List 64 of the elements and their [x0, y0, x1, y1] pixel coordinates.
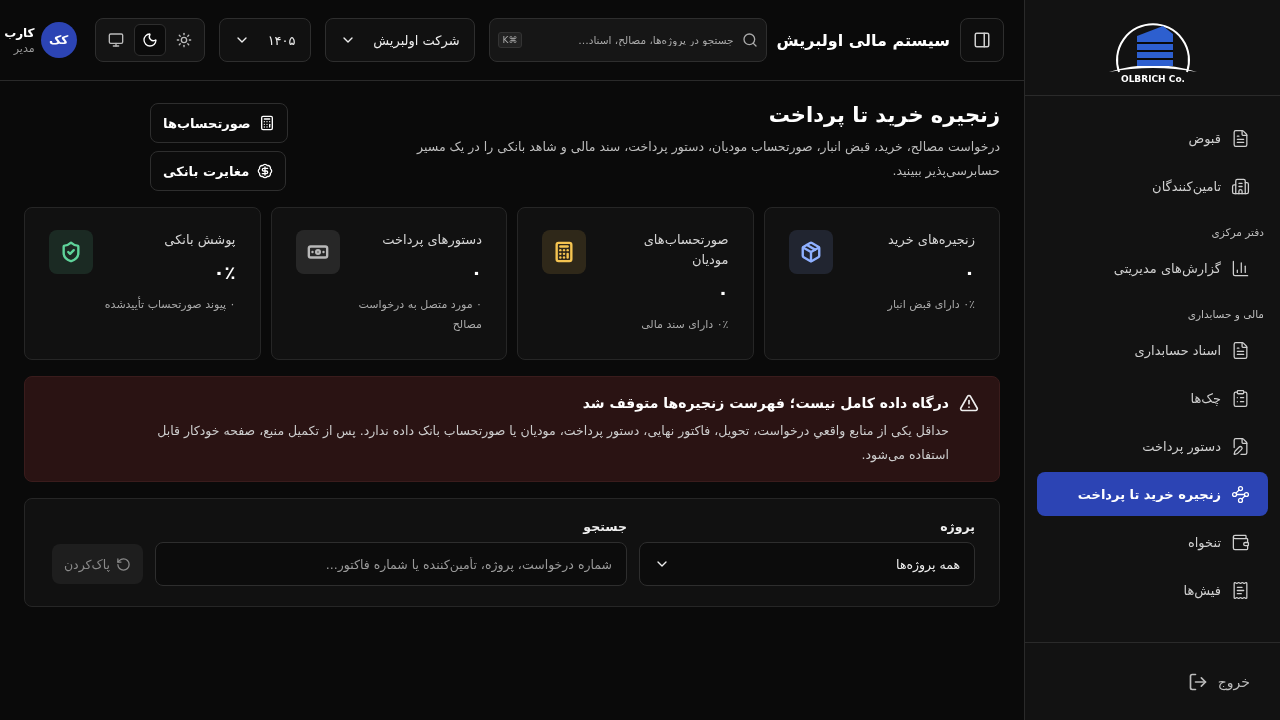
stat-title: پوشش بانکی — [163, 231, 236, 250]
nav-icon — [1231, 340, 1250, 360]
shortcut-hint: K⌘ — [497, 32, 523, 48]
nav-icon — [1231, 484, 1250, 504]
nav-icon — [1231, 258, 1250, 278]
user-avatar[interactable]: کک — [40, 22, 77, 58]
monitor-icon — [107, 32, 124, 48]
sidebar-item[interactable]: زنجیره خرید تا پرداخت — [1037, 472, 1268, 516]
nav-icon — [1231, 128, 1250, 148]
calculator-icon — [258, 115, 275, 131]
project-select[interactable]: همه پروژه‌ها — [639, 542, 975, 586]
stat-note: ۰ پیوند صورتحساب تأییدشده — [104, 295, 236, 313]
clear-button[interactable]: پاک‌کردن — [51, 544, 143, 584]
company-logo: OLBRICH Co. — [1106, 11, 1199, 84]
stat-note: ۰ مورد متصل به درخواست مصالح — [357, 297, 482, 333]
field-label: جستجو — [581, 519, 627, 534]
nav-section-heading: مالی و حسابداری — [1186, 307, 1265, 323]
logout-icon — [1187, 671, 1208, 692]
app-title: سیستم مالی اولبریش — [776, 30, 950, 50]
nav-icon — [1231, 436, 1250, 456]
search-field[interactable]: جستجو در پروژه‌ها، مصالح، اسناد… — [528, 33, 736, 47]
sidebar-toggle-button[interactable] — [960, 18, 1004, 62]
user-name: کارب — [4, 25, 35, 40]
theme-option[interactable] — [133, 24, 166, 56]
sidebar-item[interactable]: چک‌ها — [1037, 376, 1268, 420]
stat-value: ۰ — [963, 262, 975, 283]
reset-icon — [116, 556, 131, 572]
stat-title: صورتحساب‌های مودیان — [642, 231, 729, 270]
page-description: درخواست مصالح، خرید، قبض انبار، صورتحساب مودیان، دستور پرداخت، سند مالی و شاهد بانکی را در یک مسیر حسابرسی‌پذیر ببینید. — [415, 138, 1000, 181]
stat-note: ۰٪ دارای قبض انبار — [887, 297, 975, 313]
alert-message: حداقل یکی از منابع واقعیِ درخواست، تحویل، فاکتور نهایی، دستور پرداخت، مودیان یا صورتحساب بانک داده ندارد. پس از تکمیل منبع، صفحه خودکار قابل استفاده می‌شود. — [156, 422, 949, 465]
stat-value: ۰ — [470, 262, 482, 283]
warning-icon — [959, 393, 979, 413]
panel-icon — [973, 31, 991, 49]
sidebar-item[interactable]: اسناد حسابداری — [1037, 328, 1268, 372]
nav-icon — [1231, 580, 1250, 600]
company-select[interactable]: شرکت اولبریش — [324, 18, 475, 62]
sidebar-item[interactable]: تامین‌کنندگان — [1037, 164, 1268, 208]
user-role: مدیر — [12, 41, 35, 55]
sun-icon — [175, 32, 192, 48]
stat-note: ۰٪ دارای سند مالی — [640, 317, 729, 333]
logout-link[interactable]: خروج — [1187, 671, 1250, 692]
stat-title: دستورهای پرداخت — [381, 231, 482, 250]
moon-icon — [141, 32, 158, 48]
field-label: پروژه — [939, 519, 975, 534]
page-title: زنجیره خرید تا پرداخت — [767, 103, 1000, 127]
sidebar-item[interactable]: فیش‌ها — [1037, 568, 1268, 612]
action-button[interactable]: مغایرت بانکی — [150, 151, 287, 191]
sidebar-item[interactable]: دستور پرداخت — [1037, 424, 1268, 468]
stat-value: ۰ — [716, 282, 729, 303]
sidebar-item[interactable]: گزارش‌های مدیریتی — [1037, 246, 1268, 290]
sidebar-item[interactable]: قبوض — [1037, 116, 1268, 160]
stat-value: ۰٪ — [212, 262, 236, 283]
search-input[interactable]: شماره درخواست، پروژه، تأمین‌کننده یا شماره فاکتور... — [155, 542, 627, 586]
alert-title: درگاه داده کامل نیست؛ فهرست زنجیره‌ها متوقف شد — [582, 395, 949, 411]
action-button[interactable]: صورتحساب‌ها — [150, 103, 288, 143]
year-select[interactable]: ۱۴۰۵ — [218, 18, 311, 62]
nav-icon — [1231, 176, 1250, 196]
search-icon — [741, 32, 758, 48]
nav-section-heading: دفتر مرکزی — [1210, 225, 1265, 241]
nav-icon — [1231, 532, 1250, 552]
nav-icon — [1231, 388, 1250, 408]
sidebar-item[interactable]: تنخواه — [1037, 520, 1268, 564]
stat-title: زنجیره‌های خرید — [887, 231, 975, 250]
